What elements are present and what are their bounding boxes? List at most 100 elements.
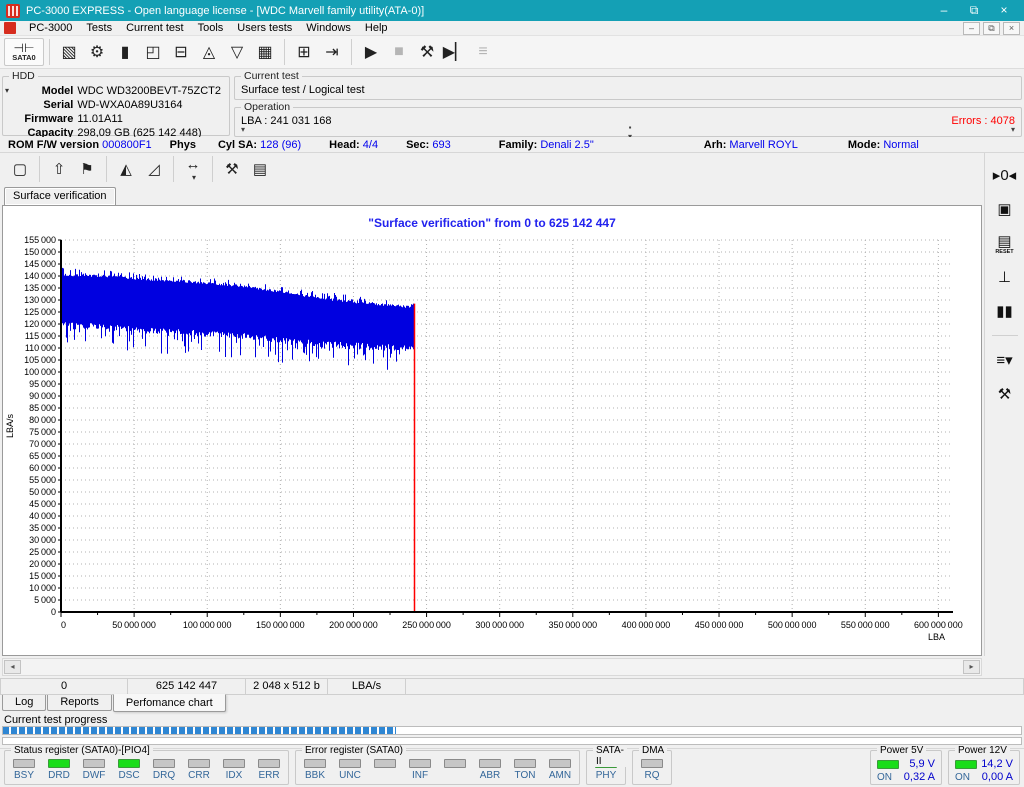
close-button[interactable]: × <box>990 2 1018 19</box>
svg-text:30 000: 30 000 <box>29 535 56 545</box>
chip-view-icon[interactable]: ▣ <box>990 195 1020 223</box>
exit-utility-icon[interactable]: ⇥ <box>318 38 346 66</box>
current-test-progressbar <box>2 726 1022 735</box>
led-ton: TON <box>512 759 538 782</box>
range-select-icon[interactable]: ↔ ▾ <box>179 155 207 183</box>
IDX-led-indicator <box>223 759 245 768</box>
led-unc: UNC <box>337 759 363 782</box>
database-icon[interactable]: ⊟ <box>167 38 195 66</box>
lba-dropdown-arrow[interactable]: ▾ <box>241 126 332 134</box>
translator-icon[interactable]: ▽ <box>223 38 251 66</box>
led-label: IDX <box>225 770 243 781</box>
svg-text:50 000: 50 000 <box>29 487 56 497</box>
led-inf: INF <box>407 759 433 782</box>
led-dwf: DWF <box>81 759 107 782</box>
led-label: UNC <box>339 770 361 781</box>
script-list-icon: ≡ <box>478 43 488 60</box>
menu-current-test[interactable]: Current test <box>119 21 190 36</box>
recalibrate-zero-icon[interactable]: ▸0◂ <box>990 161 1020 189</box>
status-arh: Arh: Marvell ROYL <box>703 138 798 151</box>
minimize-button[interactable]: – <box>930 2 958 19</box>
svg-text:40 000: 40 000 <box>29 511 56 521</box>
power-led-indicator <box>877 760 899 769</box>
save-chart-icon[interactable]: ⇧ <box>45 155 73 183</box>
svg-text:85 000: 85 000 <box>29 403 56 413</box>
led-label: BSY <box>13 770 34 781</box>
app-icon <box>6 3 20 18</box>
status-cell-4 <box>406 678 1024 695</box>
AMN-led-indicator <box>549 759 571 768</box>
utility-start-icon[interactable]: ▧ <box>55 38 83 66</box>
defect-table-icon[interactable]: ▦ <box>251 38 279 66</box>
pc3000-menu-icon[interactable] <box>4 22 16 34</box>
scroll-right-button[interactable]: ▸ <box>963 660 980 674</box>
surface-verification-chart[interactable]: 0 5 000 10 000 15 000 20 000 25 000 30 000 35 0… <box>3 234 979 644</box>
menu-help[interactable]: Help <box>358 21 395 36</box>
menu-users-tests[interactable]: Users tests <box>230 21 299 36</box>
svg-text:120 000: 120 000 <box>24 319 56 329</box>
chart-settings-icon[interactable]: ▢ <box>6 155 34 183</box>
svg-text:200 000 000: 200 000 000 <box>329 620 378 630</box>
reset-drive-icon[interactable]: ▤ RESET <box>990 229 1020 257</box>
bottom-tab-perfomance-chart[interactable]: Perfomance chart <box>112 694 226 712</box>
hdd-row: Serial WD-WXA0A89U3164 <box>9 98 223 112</box>
sata2-group-title: SATA-II <box>593 745 627 767</box>
led-label: DSC <box>118 770 140 781</box>
area-chart-icon[interactable]: ◭ <box>112 155 140 183</box>
log-list-icon[interactable]: ≡▾ <box>990 346 1020 374</box>
copy-icon[interactable]: ⊞ <box>290 38 318 66</box>
hdd-dropdown-arrow[interactable]: ▾ <box>5 86 9 95</box>
svg-text:550 000 000: 550 000 000 <box>841 620 890 630</box>
tab-surface-verification[interactable]: Surface verification <box>4 187 116 205</box>
led-label: PHY <box>595 770 617 781</box>
status-cell-3: LBA/s <box>328 678 406 695</box>
led-label: DRQ <box>152 770 176 781</box>
menu-windows[interactable]: Windows <box>299 21 358 36</box>
led-idx: IDX <box>221 759 247 782</box>
chart-tools-icon[interactable]: ⚒ <box>218 155 246 183</box>
svg-text:75 000: 75 000 <box>29 427 56 437</box>
rom-chip-icon[interactable]: ▮ <box>111 38 139 66</box>
svg-text:65 000: 65 000 <box>29 451 56 461</box>
board-icon[interactable]: ◰ <box>139 38 167 66</box>
dropdown-arrow-icon[interactable]: ▾ <box>192 173 196 182</box>
hdd-row-label: Model <box>41 85 74 97</box>
led-bbk: BBK <box>302 759 328 782</box>
voltage-value: 5,9 V <box>909 758 935 770</box>
report-view-icon[interactable]: ▤ <box>246 155 274 183</box>
menu-pc-3000[interactable]: PC-3000 <box>22 21 79 36</box>
led-blank <box>372 759 398 782</box>
save-report-icon[interactable]: ⚑ <box>73 155 101 183</box>
bottom-tab-log[interactable]: Log <box>2 695 47 711</box>
scroll-left-button[interactable]: ◂ <box>4 660 21 674</box>
power-current-row: ON 0,00 A <box>955 771 1013 784</box>
head-map-icon[interactable]: ◬ <box>195 38 223 66</box>
drive-status-strip: ROM F/W version 000800F1 Phys Cyl SA: 128… <box>0 137 1024 153</box>
svg-text:105 000: 105 000 <box>24 355 56 365</box>
ABR-led-indicator <box>479 759 501 768</box>
status-register-group: Status register (SATA0)-[PIO4] BSY DRD DWF D… <box>4 745 289 785</box>
line-chart-icon[interactable]: ◿ <box>140 155 168 183</box>
INF-led-indicator <box>409 759 431 768</box>
mdi-close-button[interactable]: × <box>1003 21 1020 35</box>
menu-tests[interactable]: Tests <box>79 21 119 36</box>
chart-hscrollbar[interactable]: ◂ ▸ <box>2 658 982 676</box>
settings-tools-icon[interactable]: ⚒ <box>990 380 1020 408</box>
mdi-minimize-button[interactable]: – <box>963 21 980 35</box>
led-label: CRR <box>188 770 210 781</box>
utility-settings-save-icon[interactable]: ⚙ <box>83 38 111 66</box>
operation-panel: Operation LBA : 241 031 168 ▾ ▪▾ Errors … <box>234 101 1022 141</box>
restore-button[interactable]: ⧉ <box>960 2 988 19</box>
sata0-port-button[interactable]: ⊣⊢ SATA0 <box>4 38 44 66</box>
menu-tools[interactable]: Tools <box>191 21 231 36</box>
test-settings-icon[interactable]: ⚒ <box>413 38 441 66</box>
chart-panel: "Surface verification" from 0 to 625 142… <box>2 205 982 656</box>
pause-icon[interactable]: ▮▮ <box>990 297 1020 325</box>
mdi-restore-button[interactable]: ⧉ <box>983 21 1000 35</box>
BBK-led-indicator <box>304 759 326 768</box>
errors-dropdown-arrow[interactable]: ▾ <box>951 126 1015 134</box>
power-probe-icon[interactable]: ⊥ <box>990 263 1020 291</box>
start-test-icon[interactable]: ▶ <box>357 38 385 66</box>
step-forward-icon[interactable]: ▶▏ <box>441 38 469 66</box>
bottom-tab-reports[interactable]: Reports <box>47 695 112 711</box>
